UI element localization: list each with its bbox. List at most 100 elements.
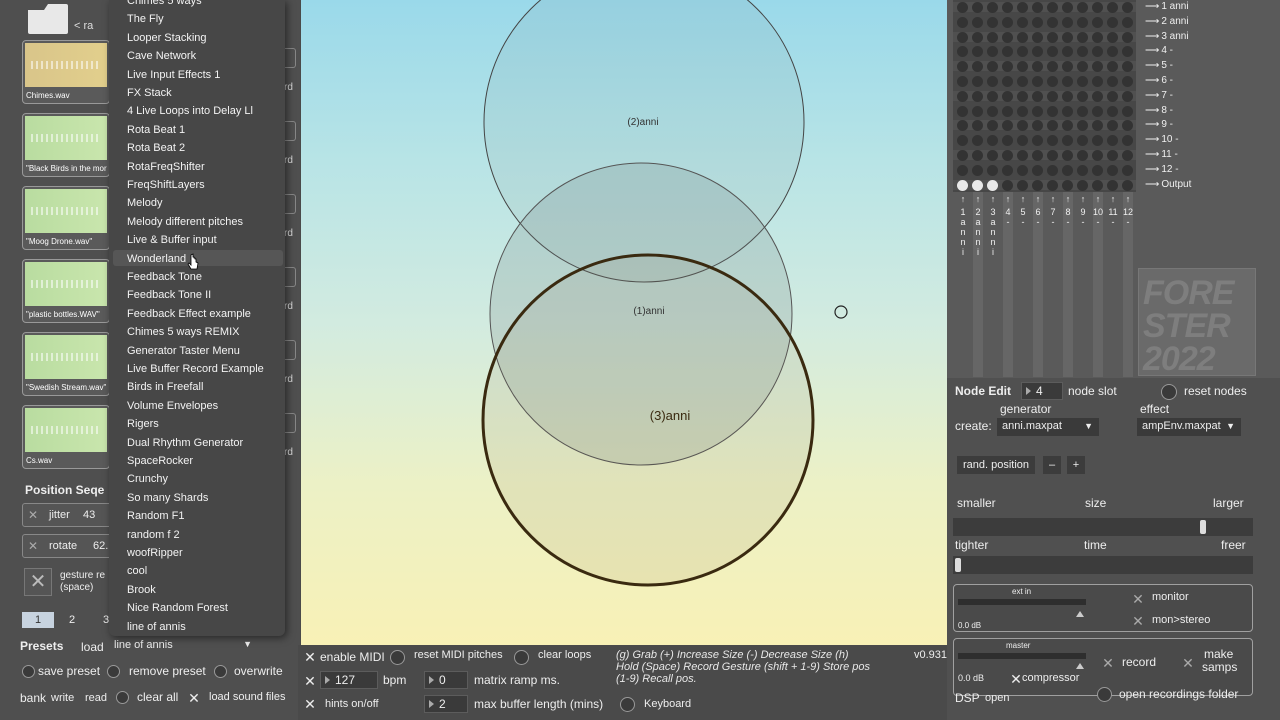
matrix-cell[interactable] [1092, 90, 1103, 102]
preset-menu-item[interactable]: Rigers [127, 418, 159, 430]
rand-position-button[interactable]: rand. position [957, 456, 1035, 474]
matrix-cell[interactable] [1017, 164, 1028, 176]
matrix-cell[interactable] [972, 31, 983, 43]
record-toggle[interactable]: ✕ [1100, 655, 1116, 671]
matrix-cell[interactable] [1017, 105, 1028, 117]
matrix-cell[interactable] [1017, 2, 1028, 13]
matrix-cell[interactable] [1092, 16, 1103, 28]
matrix-cell[interactable] [1077, 76, 1088, 87]
matrix-cell[interactable] [1047, 150, 1058, 161]
matrix-cell[interactable] [1077, 2, 1088, 13]
matrix-cell[interactable] [1077, 46, 1088, 58]
save-preset-radio[interactable] [22, 665, 35, 678]
sample-tile[interactable]: Chimes.wav [22, 40, 110, 104]
matrix-cell[interactable] [1017, 135, 1028, 147]
matrix-cell[interactable] [1122, 150, 1133, 161]
matrix-cell[interactable] [972, 105, 983, 117]
matrix-cell[interactable] [1032, 135, 1043, 147]
bank-read-button[interactable]: read [85, 692, 107, 704]
preset-menu-item[interactable]: Rota Beat 1 [127, 124, 185, 136]
matrix-cell[interactable] [1032, 164, 1043, 176]
keyboard-button[interactable] [620, 697, 635, 712]
sample-tile[interactable]: "plastic bottles.WAV" [22, 259, 110, 323]
time-slider[interactable] [953, 556, 1253, 574]
load-sound-files-toggle[interactable]: ✕ [186, 690, 202, 706]
preset-menu-item[interactable]: FreqShiftLayers [127, 179, 205, 191]
preset-menu-item[interactable]: 4 Live Loops into Delay Ll [127, 105, 253, 117]
matrix-cell[interactable] [1017, 16, 1028, 28]
preset-menu-item[interactable]: Generator Taster Menu [127, 345, 240, 357]
matrix-cell[interactable] [1062, 164, 1073, 176]
matrix-cell[interactable] [1017, 90, 1028, 102]
matrix-cell[interactable] [1122, 90, 1133, 102]
matrix-cell[interactable] [987, 76, 998, 87]
close-icon[interactable]: ✕ [27, 509, 39, 521]
preset-menu-item[interactable]: Random F1 [127, 510, 184, 522]
matrix-cell[interactable] [1122, 105, 1133, 117]
gesture-record-button[interactable]: ✕ [24, 568, 52, 596]
matrix-cell[interactable] [1122, 31, 1133, 43]
routing-matrix[interactable] [953, 0, 1136, 192]
open-recordings-folder-button[interactable] [1097, 687, 1112, 702]
preset-menu-item[interactable]: Live Input Effects 1 [127, 69, 220, 81]
matrix-cell[interactable] [1107, 150, 1118, 161]
monitor-toggle[interactable]: ✕ [1130, 591, 1146, 607]
matrix-cell[interactable] [1062, 105, 1073, 117]
matrix-cell[interactable] [1092, 150, 1103, 161]
matrix-cell[interactable] [1062, 2, 1073, 13]
overwrite-label[interactable]: overwrite [234, 664, 283, 678]
matrix-cell[interactable] [957, 46, 968, 58]
preset-dropdown-menu[interactable]: Chimes 5 ways The Fly Looper Stacking Cave … [109, 0, 285, 636]
preset-menu-item[interactable]: The Fly [127, 13, 164, 25]
matrix-cell[interactable] [1077, 135, 1088, 147]
folder-icon[interactable] [28, 4, 68, 34]
bpm-toggle[interactable]: ✕ [302, 673, 318, 689]
size-slider-thumb[interactable] [1200, 520, 1206, 534]
node-canvas[interactable]: (2)anni (1)anni (3)anni [301, 0, 947, 645]
matrix-cell[interactable] [1062, 46, 1073, 58]
matrix-cell[interactable] [1092, 76, 1103, 87]
preset-menu-item[interactable]: So many Shards [127, 492, 208, 504]
bpm-number[interactable]: 127 [320, 671, 378, 689]
matrix-cell[interactable] [1002, 2, 1013, 13]
matrix-cell[interactable] [957, 179, 968, 191]
matrix-cell[interactable] [1107, 179, 1118, 191]
matrix-cell[interactable] [957, 16, 968, 28]
preset-menu-item[interactable]: Feedback Tone II [127, 289, 211, 301]
overwrite-radio[interactable] [214, 665, 227, 678]
matrix-cell[interactable] [1122, 46, 1133, 58]
matrix-cell[interactable] [1047, 76, 1058, 87]
matrix-cell[interactable] [1002, 105, 1013, 117]
matrix-cell[interactable] [957, 31, 968, 43]
time-slider-thumb[interactable] [955, 558, 961, 572]
matrix-cell[interactable] [987, 135, 998, 147]
matrix-cell[interactable] [1062, 76, 1073, 87]
matrix-cell[interactable] [1077, 179, 1088, 191]
preset-menu-item[interactable]: Melody different pitches [127, 216, 243, 228]
matrix-cell[interactable] [1107, 76, 1118, 87]
matrix-cell[interactable] [972, 150, 983, 161]
matrix-cell[interactable] [1047, 2, 1058, 13]
jitter-value[interactable]: 43 [83, 509, 95, 521]
preset-menu-item[interactable]: Looper Stacking [127, 32, 207, 44]
hints-toggle[interactable]: ✕ [302, 696, 318, 712]
matrix-cell[interactable] [1002, 135, 1013, 147]
mon-stereo-toggle[interactable]: ✕ [1130, 613, 1146, 629]
matrix-cell[interactable] [1002, 46, 1013, 58]
matrix-cell[interactable] [957, 105, 968, 117]
preset-menu-item[interactable]: Birds in Freefall [127, 381, 203, 393]
clear-all-label[interactable]: clear all [137, 690, 178, 704]
matrix-cell[interactable] [972, 46, 983, 58]
matrix-cell[interactable] [957, 76, 968, 87]
matrix-cell[interactable] [1107, 2, 1118, 13]
bank-write-button[interactable]: write [51, 692, 74, 704]
node-circle-selected[interactable] [481, 253, 815, 587]
matrix-cell[interactable] [987, 164, 998, 176]
matrix-cell[interactable] [1077, 105, 1088, 117]
preset-menu-item[interactable]: Volume Envelopes [127, 400, 218, 412]
matrix-cell[interactable] [1122, 76, 1133, 87]
matrix-cell[interactable] [1107, 16, 1118, 28]
matrix-cell[interactable] [1092, 179, 1103, 191]
preset-menu-item[interactable]: Brook [127, 584, 156, 596]
page-tab-1[interactable]: 1 [22, 612, 54, 628]
